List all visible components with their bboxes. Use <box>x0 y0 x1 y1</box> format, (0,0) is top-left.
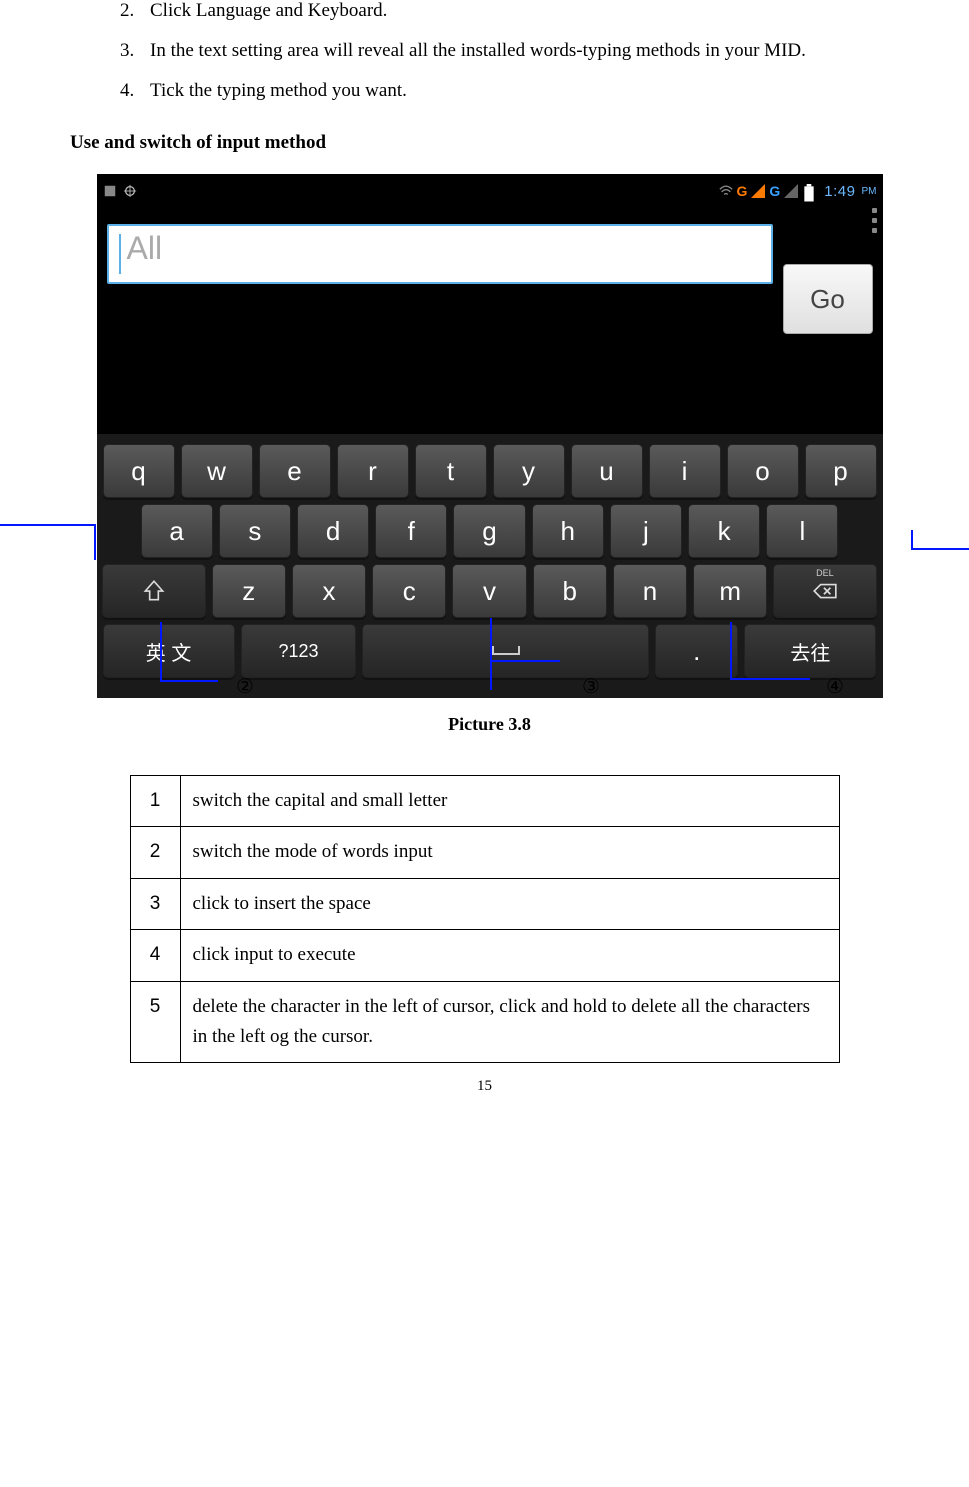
status-time: 1:49 <box>824 183 855 200</box>
key-i[interactable]: i <box>649 444 721 498</box>
callout-5-line <box>911 530 913 550</box>
step-number: 3. <box>120 40 150 62</box>
legend-desc: switch the mode of words input <box>180 827 839 878</box>
key-v[interactable]: v <box>452 564 526 618</box>
space-key[interactable] <box>362 624 649 678</box>
legend-desc: delete the character in the left of curs… <box>180 981 839 1063</box>
screenshot-area: ① ⑤ G G 1:49 PM <box>20 174 959 735</box>
key-p[interactable]: p <box>805 444 877 498</box>
step-text: In the text setting area will reveal all… <box>150 40 806 61</box>
key-l[interactable]: l <box>766 504 838 558</box>
legend-number: 3 <box>130 878 180 929</box>
table-row: 1 switch the capital and small letter <box>130 776 839 827</box>
key-r[interactable]: r <box>337 444 409 498</box>
callout-2-line <box>160 680 218 682</box>
section-title: Use and switch of input method <box>70 132 899 154</box>
status-bar: G G 1:49 PM <box>97 178 883 204</box>
shift-icon <box>141 578 167 604</box>
table-row: 5 delete the character in the left of cu… <box>130 981 839 1063</box>
callout-4-line <box>730 622 732 680</box>
legend-number: 2 <box>130 827 180 878</box>
key-q[interactable]: q <box>103 444 175 498</box>
step-item: 4.Tick the typing method you want. <box>120 80 899 102</box>
key-e[interactable]: e <box>259 444 331 498</box>
overflow-menu-icon[interactable] <box>872 208 877 233</box>
key-u[interactable]: u <box>571 444 643 498</box>
step-number: 4. <box>120 80 150 102</box>
table-row: 2 switch the mode of words input <box>130 827 839 878</box>
figure-caption: Picture 3.8 <box>20 714 959 735</box>
signal-icon-1 <box>751 184 765 198</box>
key-w[interactable]: w <box>181 444 253 498</box>
network-g-1: G <box>737 183 748 199</box>
legend-desc: click input to execute <box>180 930 839 981</box>
callout-4-label: ④ <box>826 674 844 699</box>
del-label: DEL <box>816 568 834 578</box>
signal-icon-2 <box>784 184 798 198</box>
callout-2-line <box>160 622 162 682</box>
step-text: Click Language and Keyboard. <box>150 0 387 21</box>
space-icon <box>491 644 521 658</box>
period-key[interactable]: . <box>655 624 738 678</box>
key-z[interactable]: z <box>212 564 286 618</box>
key-c[interactable]: c <box>372 564 446 618</box>
callout-1-line <box>0 524 96 526</box>
step-item: 3.In the text setting area will reveal a… <box>120 40 899 62</box>
callout-3-line <box>490 618 492 690</box>
key-f[interactable]: f <box>375 504 447 558</box>
steps-list: 2.Click Language and Keyboard. 3.In the … <box>120 0 899 102</box>
shift-key[interactable] <box>102 564 205 618</box>
key-j[interactable]: j <box>610 504 682 558</box>
step-item: 2.Click Language and Keyboard. <box>120 0 899 22</box>
page-number: 15 <box>0 1078 969 1095</box>
legend-number: 5 <box>130 981 180 1063</box>
go-button[interactable]: Go <box>783 264 873 334</box>
legend-number: 4 <box>130 930 180 981</box>
key-a[interactable]: a <box>141 504 213 558</box>
key-n[interactable]: n <box>613 564 687 618</box>
key-b[interactable]: b <box>533 564 607 618</box>
callout-2-label: ② <box>236 674 254 699</box>
table-row: 4 click input to execute <box>130 930 839 981</box>
numeric-key[interactable]: ?123 <box>241 624 357 678</box>
network-g-2: G <box>769 183 780 199</box>
key-x[interactable]: x <box>292 564 366 618</box>
key-m[interactable]: m <box>693 564 767 618</box>
key-g[interactable]: g <box>453 504 525 558</box>
legend-number: 1 <box>130 776 180 827</box>
key-s[interactable]: s <box>219 504 291 558</box>
battery-icon <box>802 184 816 198</box>
callout-3-line <box>490 660 560 662</box>
legend-desc: click to insert the space <box>180 878 839 929</box>
key-y[interactable]: y <box>493 444 565 498</box>
wifi-icon <box>719 184 733 198</box>
key-k[interactable]: k <box>688 504 760 558</box>
backspace-icon <box>812 578 838 604</box>
legend-desc: switch the capital and small letter <box>180 776 839 827</box>
delete-key[interactable]: DEL <box>773 564 876 618</box>
callout-3-label: ③ <box>582 674 600 699</box>
input-row: All Go <box>97 204 883 434</box>
status-ampm: PM <box>862 186 877 197</box>
app-icon <box>103 184 117 198</box>
callout-5-line <box>911 548 969 550</box>
key-h[interactable]: h <box>532 504 604 558</box>
table-row: 3 click to insert the space <box>130 878 839 929</box>
input-placeholder-text: All <box>127 230 163 266</box>
text-input[interactable]: All <box>107 224 773 284</box>
key-t[interactable]: t <box>415 444 487 498</box>
key-d[interactable]: d <box>297 504 369 558</box>
language-key[interactable]: 英 文 <box>103 624 235 678</box>
key-o[interactable]: o <box>727 444 799 498</box>
enter-key[interactable]: 去往 <box>744 624 876 678</box>
legend-table: 1 switch the capital and small letter 2 … <box>130 775 840 1063</box>
step-text: Tick the typing method you want. <box>150 80 407 101</box>
callout-4-line <box>730 678 810 680</box>
debug-icon <box>123 184 137 198</box>
step-number: 2. <box>120 0 150 22</box>
